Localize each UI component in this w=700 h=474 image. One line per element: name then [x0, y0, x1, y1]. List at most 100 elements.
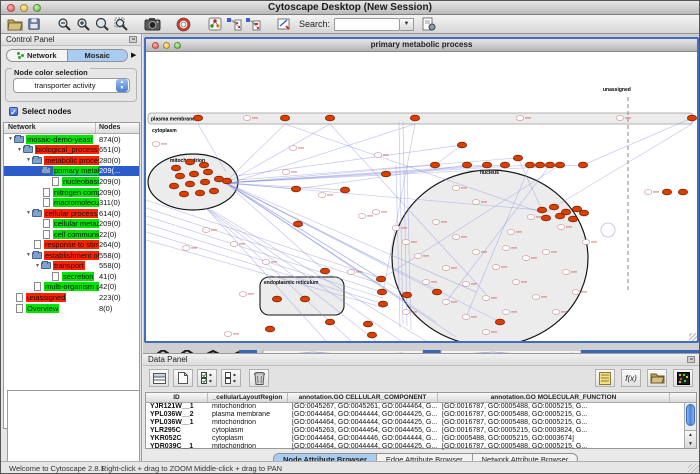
table-cell: [GO:0005488, GO:0005215, GO:0003674]: [438, 435, 670, 443]
select-attributes-icon[interactable]: [197, 369, 217, 387]
data-panel-toolbar: f(x): [143, 366, 699, 391]
search-config-icon[interactable]: [419, 16, 438, 33]
node-color-select[interactable]: transporter activity ▲▼: [13, 78, 130, 93]
network-window-resize-grip[interactable]: [689, 333, 697, 341]
table-cell: [GO:0045263, GO:0044464, GO:0044455, G..…: [288, 427, 438, 435]
tab-mosaic[interactable]: Mosaic: [68, 50, 128, 61]
network-file-icon: [43, 219, 50, 228]
table-row[interactable]: YJR121W__1mitochondrion[GO:0045267, GO:0…: [146, 403, 696, 411]
delete-attribute-icon[interactable]: [249, 369, 269, 387]
disclosure-triangle-icon[interactable]: ▼: [7, 136, 14, 142]
table-cell: [GO:0016787, GO:0005488, GO:0005215, G..…: [438, 403, 670, 411]
select-nodes-checkbox[interactable]: ✓: [9, 107, 18, 116]
table-row[interactable]: YPL036W__1mitochondrion[GO:0044464, GO:0…: [146, 419, 696, 427]
tree-row[interactable]: cell communication22(0): [4, 229, 139, 240]
window-resize-grip[interactable]: [688, 464, 699, 474]
layout-1-icon[interactable]: [224, 16, 243, 33]
help-icon[interactable]: [174, 16, 193, 33]
control-panel-tabs: Network Mosaic: [6, 49, 128, 62]
tree-row[interactable]: macromolecule metab311(0): [4, 197, 139, 208]
layout-2-icon[interactable]: [243, 16, 262, 33]
table-column-header[interactable]: _cellularLayoutRegion: [208, 393, 288, 402]
tab-overflow-arrow[interactable]: ▶: [131, 51, 136, 59]
tree-row[interactable]: ▼metabolic process280(0): [4, 155, 139, 166]
tree-row-label: response to stimulus: [44, 240, 99, 249]
new-attribute-icon[interactable]: [173, 369, 193, 387]
tree-row[interactable]: secretion41(0): [4, 271, 139, 282]
disclosure-triangle-icon[interactable]: ▼: [25, 210, 32, 216]
search-dropdown-button[interactable]: ▼: [400, 18, 414, 31]
tree-row-label: primary metabolic process: [53, 166, 99, 175]
disclosure-triangle-icon[interactable]: ▼: [34, 263, 41, 269]
disclosure-triangle-icon[interactable]: ▼: [25, 157, 32, 163]
float-data-panel-icon[interactable]: [687, 356, 695, 363]
save-session-icon[interactable]: [24, 16, 43, 33]
tree-row[interactable]: nitrogen compound209(0): [4, 187, 139, 198]
attribute-table-icon[interactable]: [149, 369, 169, 387]
tree-row[interactable]: response to stimulus264(0): [4, 239, 139, 250]
table-cell: plasma membrane: [208, 411, 288, 419]
network-tab-icon: [17, 52, 24, 59]
app-titlebar: Cytoscape Desktop (New Session): [1, 1, 699, 15]
search-input[interactable]: [334, 18, 400, 31]
table-cell: YKR052C: [146, 435, 208, 443]
disclosure-triangle-icon[interactable]: ▼: [25, 252, 32, 258]
table-row[interactable]: YKR052Ccytoplasm[GO:0044464, GO:0044446,…: [146, 435, 696, 443]
table-column-header[interactable]: annotation.GO CELLULAR_COMPONENT: [288, 393, 438, 402]
table-row[interactable]: YLR295Ccytoplasm[GO:0045263, GO:0044464,…: [146, 427, 696, 435]
attribute-matrix-icon[interactable]: [673, 369, 693, 387]
tree-row-node-count: 42(0): [99, 282, 117, 291]
table-column-header[interactable]: ID: [146, 393, 208, 402]
tree-row[interactable]: nucleobase-containing209(0): [4, 176, 139, 187]
svg-text:nucleus: nucleus: [480, 170, 499, 176]
annotation-icon[interactable]: [274, 16, 293, 33]
scrollbar-arrows[interactable]: ▲▼: [685, 430, 696, 448]
tree-row[interactable]: multi-organism proc42(0): [4, 282, 139, 293]
disclosure-triangle-icon[interactable]: ▼: [16, 147, 23, 153]
network-canvas[interactable]: plasma membranecytoplasmmitochondrionnuc…: [146, 52, 697, 341]
table-scrollbar[interactable]: ▲▼: [684, 403, 696, 448]
tree-row-label: multi-organism proc: [44, 282, 99, 291]
disclosure-triangle-icon[interactable]: ▼: [34, 168, 41, 174]
attribute-list-icon[interactable]: [595, 369, 615, 387]
network-file-icon: [43, 230, 50, 239]
tree-row[interactable]: ▼mosaic-demo-yeast874(0): [4, 134, 139, 145]
tab-network[interactable]: Network: [7, 50, 68, 61]
zoom-in-icon[interactable]: [74, 16, 93, 33]
tree-row[interactable]: ▼transport558(0): [4, 261, 139, 272]
tree-row[interactable]: ▼biological_process651(0): [4, 145, 139, 156]
tree-row[interactable]: ▼establishment of loc558(0): [4, 250, 139, 261]
vizmapper-icon[interactable]: [205, 16, 224, 33]
table-column-header[interactable]: annotation.GO MOLECULAR_FUNCTION: [438, 393, 670, 402]
table-cell: mitochondrion: [208, 403, 288, 411]
tree-row[interactable]: Overview8(0): [4, 303, 139, 314]
table-row[interactable]: YPL036W__2plasma membrane[GO:0044464, GO…: [146, 411, 696, 419]
tree-row[interactable]: unassigned223(0): [4, 292, 139, 303]
table-row[interactable]: YDR039C__1mitochondrion[GO:0044464, GO:0…: [146, 443, 696, 451]
table-cell: YDR039C__1: [146, 443, 208, 451]
network-window[interactable]: primary metabolic process plasma membran…: [144, 37, 699, 343]
tree-row[interactable]: cellular metabolic209(0): [4, 218, 139, 229]
tree-row-node-count: 223(0): [99, 293, 121, 302]
tree-row-label: biological_process: [35, 145, 99, 154]
unselect-attributes-icon[interactable]: [221, 369, 241, 387]
status-bar: Welcome to Cytoscape 2.8.1 Right-click +…: [1, 461, 699, 473]
folder-icon: [14, 136, 24, 143]
float-panel-icon[interactable]: [129, 36, 137, 43]
snapshot-icon[interactable]: [143, 16, 162, 33]
tree-row-node-count: 874(0): [99, 135, 121, 144]
function-builder-icon[interactable]: f(x): [621, 369, 641, 387]
zoom-fit-icon[interactable]: [93, 16, 112, 33]
tree-row[interactable]: ▼cellular process614(0): [4, 208, 139, 219]
network-window-titlebar[interactable]: primary metabolic process: [146, 39, 697, 52]
tree-row-node-count: 8(0): [99, 304, 112, 313]
tree-row-label: cellular process: [44, 209, 98, 218]
zoom-out-icon[interactable]: [55, 16, 74, 33]
open-session-icon[interactable]: [5, 16, 24, 33]
scrollbar-thumb[interactable]: [686, 404, 695, 426]
zoom-selected-icon[interactable]: [112, 16, 131, 33]
import-attributes-icon[interactable]: [647, 369, 667, 387]
tree-row[interactable]: ▼primary metabolic process209(...: [4, 166, 139, 177]
app-title: Cytoscape Desktop (New Session): [1, 2, 699, 13]
attribute-table: ID_cellularLayoutRegionannotation.GO CEL…: [145, 392, 697, 449]
